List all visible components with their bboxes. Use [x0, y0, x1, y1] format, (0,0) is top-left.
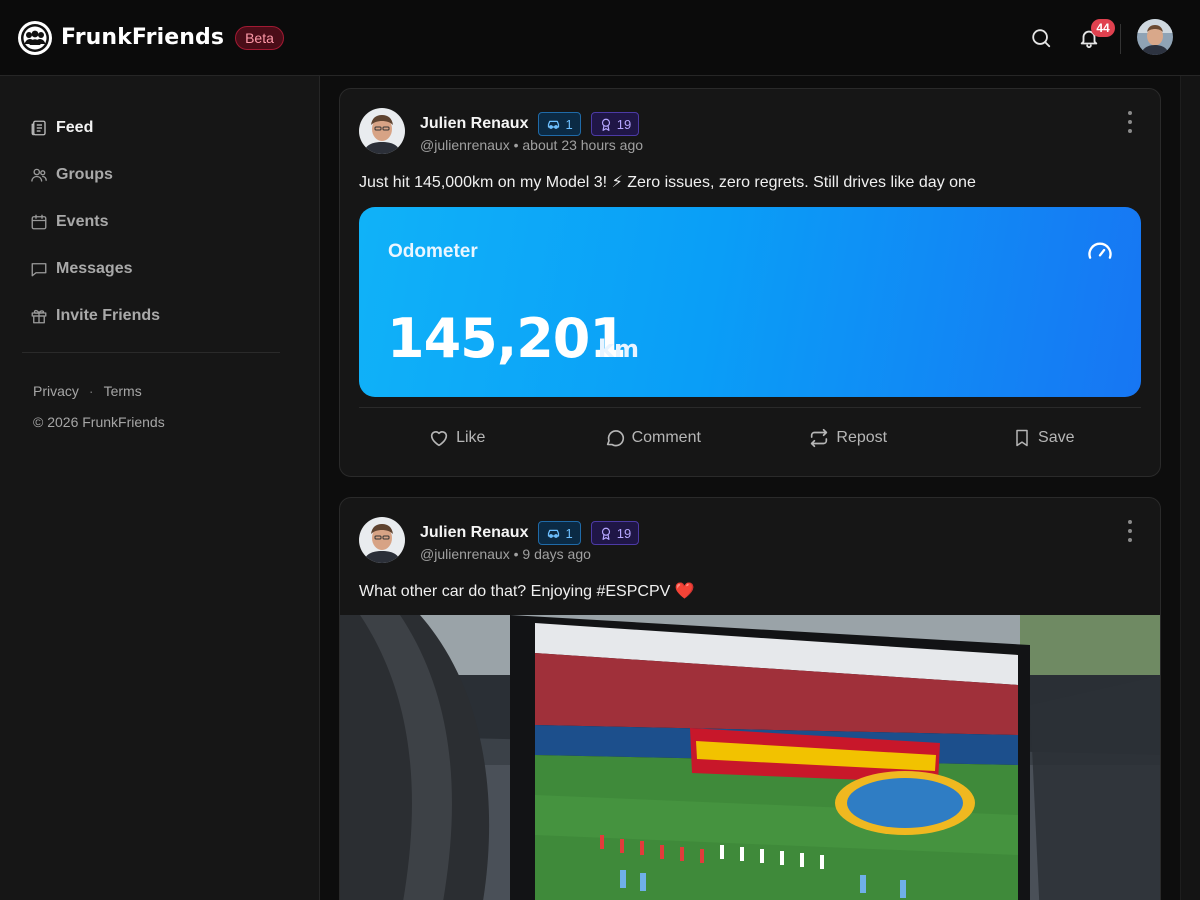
repost-icon [811, 428, 828, 448]
newspaper-icon [30, 119, 48, 137]
author-avatar[interactable] [359, 517, 405, 563]
post-meta: @julienrenaux • about 23 hours ago [420, 137, 644, 153]
bookmark-icon [1016, 429, 1028, 447]
brand[interactable]: FrunkFriends Beta [18, 20, 284, 55]
sidebar-item-messages[interactable]: Messages [30, 245, 160, 292]
badge-count-chip[interactable]: 19 [590, 112, 640, 136]
car-icon [548, 529, 560, 538]
feed: Julien Renaux 1 19 @julienrenaux • about… [321, 76, 1179, 900]
save-label: Save [1038, 429, 1075, 446]
sidebar-item-label: Messages [56, 259, 133, 277]
calendar-icon [30, 213, 48, 231]
actions-divider [359, 407, 1141, 408]
like-button[interactable]: Like [359, 417, 555, 459]
badge-count-chip[interactable]: 19 [590, 521, 640, 545]
sidebar-item-label: Feed [56, 118, 94, 136]
post-menu-button[interactable] [1126, 520, 1134, 542]
post-menu-button[interactable] [1126, 111, 1134, 133]
notifications-button[interactable]: 44 [1069, 18, 1115, 58]
author-name[interactable]: Julien Renaux [420, 524, 528, 542]
car-icon [548, 120, 560, 129]
car-count: 1 [565, 116, 573, 132]
users-icon [30, 166, 48, 184]
badge-count: 19 [616, 525, 632, 541]
heart-icon [430, 431, 448, 447]
post-photo[interactable] [340, 615, 1160, 900]
car-count: 1 [565, 525, 573, 541]
repost-button[interactable]: Repost [750, 417, 946, 459]
user-avatar[interactable] [1137, 19, 1173, 55]
search-button[interactable] [1021, 18, 1061, 58]
like-label: Like [456, 429, 486, 446]
sidebar-divider [22, 352, 280, 353]
brand-name: FrunkFriends [61, 25, 225, 50]
header-divider [1120, 24, 1121, 54]
author-line: Julien Renaux 1 19 [420, 521, 649, 545]
comment-button[interactable]: Comment [555, 417, 751, 459]
post-card: Julien Renaux 1 19 @julienrenaux • about… [339, 88, 1161, 477]
award-icon [601, 527, 610, 540]
post-text: Just hit 145,000km on my Model 3! ⚡ Zero… [359, 174, 976, 191]
sidebar-item-invite-friends[interactable]: Invite Friends [30, 292, 160, 339]
save-button[interactable]: Save [946, 417, 1142, 459]
odometer-value: 145,201 [387, 307, 627, 370]
car-count-badge[interactable]: 1 [538, 521, 581, 545]
beta-badge: Beta [235, 25, 284, 50]
gift-icon [30, 307, 48, 325]
message-icon [30, 260, 48, 278]
comment-label: Comment [631, 429, 701, 446]
repost-label: Repost [836, 429, 888, 446]
post-card: Julien Renaux 1 19 @julienrenaux • 9 day… [339, 497, 1161, 900]
sidebar-item-label: Invite Friends [56, 306, 161, 324]
author-name[interactable]: Julien Renaux [420, 115, 528, 133]
notification-count-badge: 44 [1091, 19, 1115, 37]
author-avatar[interactable] [359, 108, 405, 154]
odometer-title: Odometer [388, 241, 478, 262]
award-icon [601, 118, 610, 131]
car-count-badge[interactable]: 1 [538, 112, 581, 136]
author-line: Julien Renaux 1 19 [420, 112, 649, 136]
sidebar-item-label: Events [56, 212, 109, 230]
footer-links: Privacy · Terms [33, 383, 142, 399]
search-icon [1032, 29, 1051, 48]
terms-link[interactable]: Terms [104, 383, 142, 399]
comment-icon [606, 430, 624, 447]
post-text: What other car do that? Enjoying #ESPCPV… [359, 583, 695, 600]
sidebar-item-groups[interactable]: Groups [30, 151, 160, 198]
odometer-card: Odometer 145,201 km [359, 207, 1141, 397]
feed-scrollbar[interactable] [1180, 76, 1200, 900]
privacy-link[interactable]: Privacy [33, 383, 79, 399]
copyright: © 2026 FrunkFriends [33, 414, 165, 430]
sidebar-item-label: Groups [56, 165, 113, 183]
gauge-icon [1088, 242, 1112, 259]
frunkfriends-logo-icon [18, 20, 52, 55]
link-separator: · [88, 383, 94, 399]
badge-count: 19 [616, 116, 632, 132]
sidebar-item-feed[interactable]: Feed [30, 104, 160, 151]
post-actions: Like Comment Repost Save [359, 417, 1141, 459]
sidebar: Feed Groups Events Messages Invite Frien… [0, 76, 320, 900]
odometer-unit: km [598, 335, 639, 363]
sidebar-item-events[interactable]: Events [30, 198, 160, 245]
sidebar-nav: Feed Groups Events Messages Invite Frien… [30, 104, 160, 339]
top-bar: FrunkFriends Beta 44 [0, 0, 1200, 76]
post-meta: @julienrenaux • 9 days ago [420, 546, 591, 562]
